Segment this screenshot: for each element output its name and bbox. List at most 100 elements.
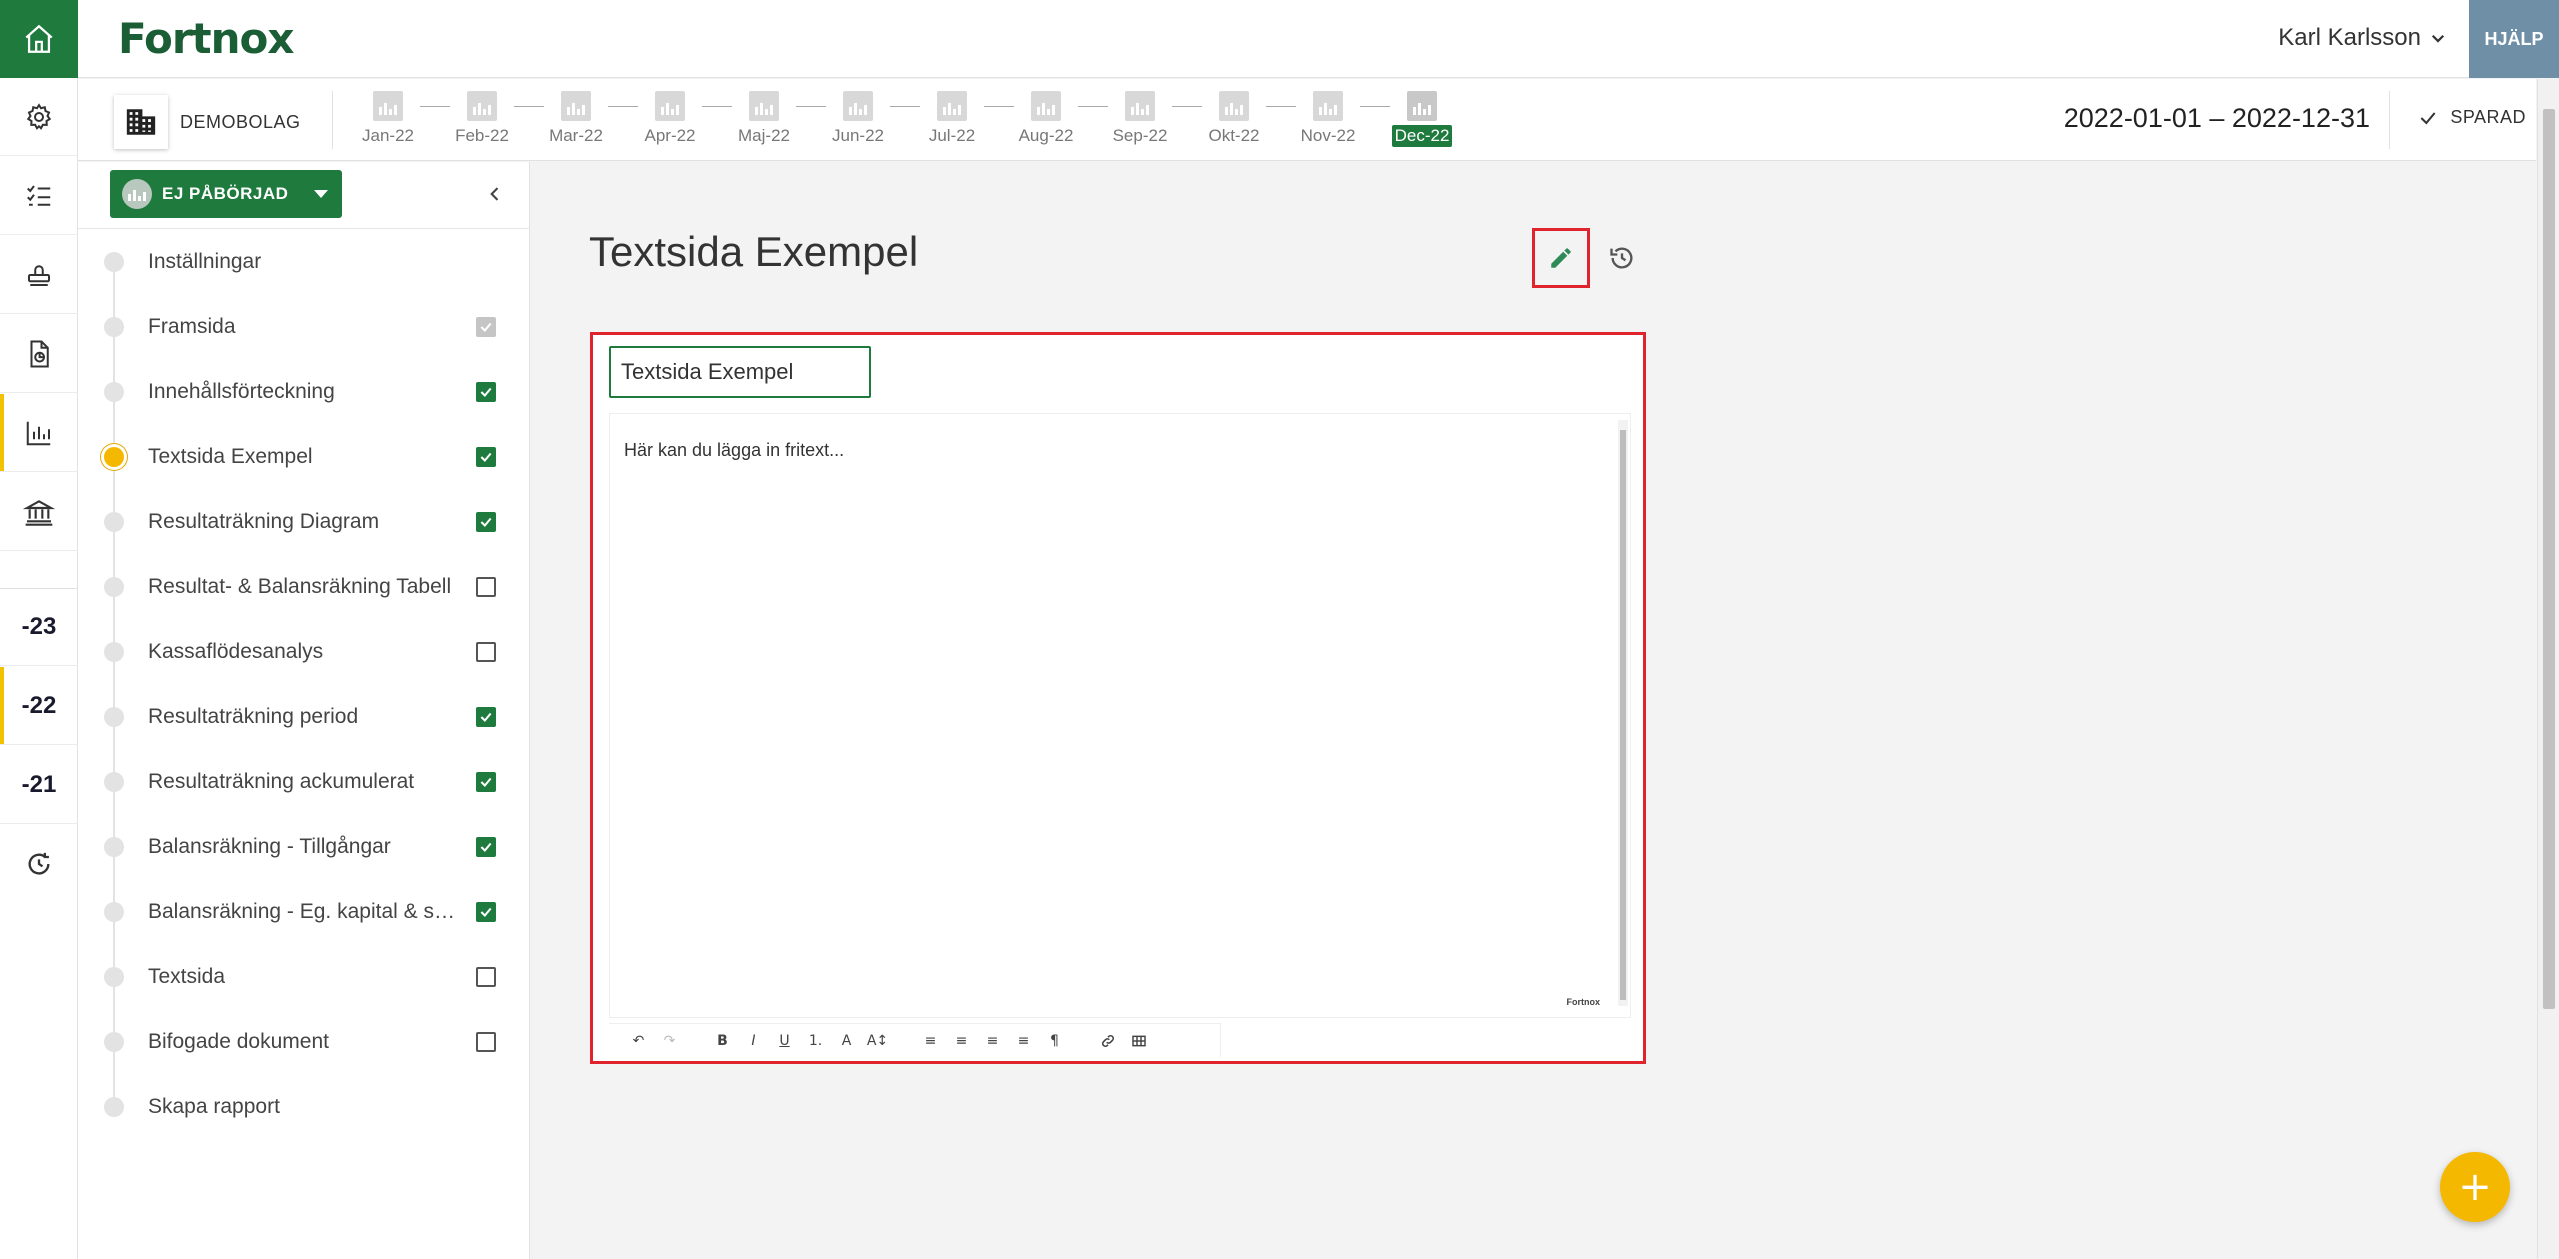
font-size-button[interactable]: A↕ xyxy=(862,1028,893,1054)
text-color-button[interactable]: A xyxy=(831,1028,862,1054)
month-label: Nov-22 xyxy=(1300,126,1356,145)
home-button[interactable] xyxy=(0,0,78,78)
status-dropdown[interactable]: EJ PÅBÖRJAD xyxy=(110,170,342,218)
month-label: Apr-22 xyxy=(644,126,696,145)
fiscal-period[interactable]: 2022-01-01 – 2022-12-31 xyxy=(2064,103,2370,134)
month-label: Okt-22 xyxy=(1208,126,1260,145)
underline-button[interactable]: U xyxy=(769,1028,800,1054)
step-checkbox[interactable] xyxy=(476,316,496,337)
rail-bank[interactable] xyxy=(0,473,78,551)
saved-label: SPARAD xyxy=(2450,107,2526,127)
link-button[interactable] xyxy=(1092,1028,1123,1054)
month-sep[interactable]: Sep-22 xyxy=(1108,91,1172,147)
report-step-item[interactable]: Bifogade dokument xyxy=(78,1009,530,1074)
rail-stamp[interactable] xyxy=(0,236,78,314)
add-fab-button[interactable]: + xyxy=(2440,1152,2510,1222)
rail-settings[interactable] xyxy=(0,78,78,156)
collapse-sidebar-button[interactable] xyxy=(485,180,505,211)
align-right-button[interactable]: ≡ xyxy=(977,1028,1008,1054)
home-icon xyxy=(25,24,53,53)
table-button[interactable] xyxy=(1123,1028,1154,1054)
month-jul[interactable]: Jul-22 xyxy=(920,91,984,147)
list-button[interactable]: 1. xyxy=(800,1028,831,1054)
italic-button[interactable]: I xyxy=(738,1028,769,1054)
editor-scrollbar-thumb[interactable] xyxy=(1620,430,1626,1000)
company-icon-box xyxy=(114,95,168,149)
editor-scrollbar[interactable] xyxy=(1618,420,1628,1006)
step-checkbox[interactable] xyxy=(476,446,496,467)
page-scrollbar[interactable] xyxy=(2537,79,2559,1259)
report-step-item[interactable]: Balansräkning - Tillgångar xyxy=(78,814,530,879)
justify-button[interactable]: ≡ xyxy=(1008,1028,1039,1054)
redo-button[interactable]: ↷ xyxy=(654,1028,685,1054)
page-title-input[interactable] xyxy=(609,346,871,398)
checklist-icon xyxy=(27,184,51,206)
user-menu[interactable]: Karl Karlsson xyxy=(2278,24,2447,52)
rail-refresh[interactable] xyxy=(0,825,78,903)
rail-year-item[interactable]: -21 xyxy=(0,746,78,824)
align-left-button[interactable]: ≡ xyxy=(915,1028,946,1054)
report-step-item[interactable]: Resultaträkning Diagram xyxy=(78,489,530,554)
step-dot xyxy=(104,771,124,792)
rail-year-item[interactable]: -23 xyxy=(0,588,78,666)
step-checkbox[interactable] xyxy=(476,706,496,727)
paragraph-button[interactable]: ¶ xyxy=(1039,1028,1070,1054)
report-step-item[interactable]: Kassaflödesanalys xyxy=(78,619,530,684)
report-step-item[interactable]: Innehållsförteckning xyxy=(78,359,530,424)
timeline-connector xyxy=(608,106,638,107)
report-step-item[interactable]: Inställningar xyxy=(78,229,530,294)
report-step-item[interactable]: Textsida xyxy=(78,944,530,1009)
month-okt[interactable]: Okt-22 xyxy=(1202,91,1266,147)
timeline-connector xyxy=(1078,106,1108,107)
step-checkbox[interactable] xyxy=(476,381,496,402)
undo-button[interactable]: ↶ xyxy=(623,1028,654,1054)
step-checkbox[interactable] xyxy=(476,641,496,662)
page-scrollbar-thumb[interactable] xyxy=(2543,109,2555,1009)
step-checkbox[interactable] xyxy=(476,576,496,597)
chevron-down-icon xyxy=(2431,34,2445,43)
month-nov[interactable]: Nov-22 xyxy=(1296,91,1360,147)
rail-report-document[interactable] xyxy=(0,315,78,393)
month-jan[interactable]: Jan-22 xyxy=(356,91,420,147)
report-step-item[interactable]: Balansräkning - Eg. kapital & skulder xyxy=(78,879,530,944)
report-step-item[interactable]: Textsida Exempel xyxy=(78,424,530,489)
step-label: Inställningar xyxy=(148,249,262,273)
align-center-button[interactable]: ≡ xyxy=(946,1028,977,1054)
month-jun[interactable]: Jun-22 xyxy=(826,91,890,147)
step-checkbox[interactable] xyxy=(476,771,496,792)
month-maj[interactable]: Maj-22 xyxy=(732,91,796,147)
step-checkbox[interactable] xyxy=(476,901,496,922)
step-checkbox[interactable] xyxy=(476,836,496,857)
editor-content[interactable]: Här kan du lägga in fritext... xyxy=(624,440,844,461)
report-step-item[interactable]: Framsida xyxy=(78,294,530,359)
step-checkbox[interactable] xyxy=(476,1031,496,1052)
company-selector[interactable]: DEMOBOLAG xyxy=(114,95,301,149)
report-step-item[interactable]: Resultaträkning period xyxy=(78,684,530,749)
month-feb[interactable]: Feb-22 xyxy=(450,91,514,147)
month-dec-active[interactable]: Dec-22 xyxy=(1390,91,1454,147)
history-button[interactable] xyxy=(1606,242,1638,274)
report-step-item[interactable]: Skapa rapport xyxy=(78,1074,530,1139)
report-step-item[interactable]: Resultat- & Balansräkning Tabell xyxy=(78,554,530,619)
rail-year-item-active[interactable]: -22 xyxy=(0,667,78,745)
document-chart-icon xyxy=(30,340,49,367)
help-button[interactable]: HJÄLP xyxy=(2469,0,2559,78)
report-step-item[interactable]: Resultaträkning ackumulerat xyxy=(78,749,530,814)
rail-reports[interactable] xyxy=(0,394,78,472)
edit-button[interactable] xyxy=(1532,228,1590,288)
fortnox-logo[interactable]: Fortnox xyxy=(118,14,294,63)
timeline-connector xyxy=(1266,106,1296,107)
gear-icon xyxy=(26,102,52,130)
bold-button[interactable]: B xyxy=(707,1028,738,1054)
rail-checklist[interactable] xyxy=(0,157,78,235)
month-mar[interactable]: Mar-22 xyxy=(544,91,608,147)
step-label: Resultaträkning period xyxy=(148,704,359,728)
step-checkbox[interactable] xyxy=(476,511,496,532)
rich-text-area[interactable]: Här kan du lägga in fritext... Fortnox xyxy=(609,413,1631,1018)
rail-year-label: -23 xyxy=(21,612,57,640)
step-checkbox[interactable] xyxy=(476,966,496,987)
month-apr[interactable]: Apr-22 xyxy=(638,91,702,147)
bar-chart-icon xyxy=(26,421,51,445)
month-aug[interactable]: Aug-22 xyxy=(1014,91,1078,147)
timeline-connector xyxy=(514,106,544,107)
